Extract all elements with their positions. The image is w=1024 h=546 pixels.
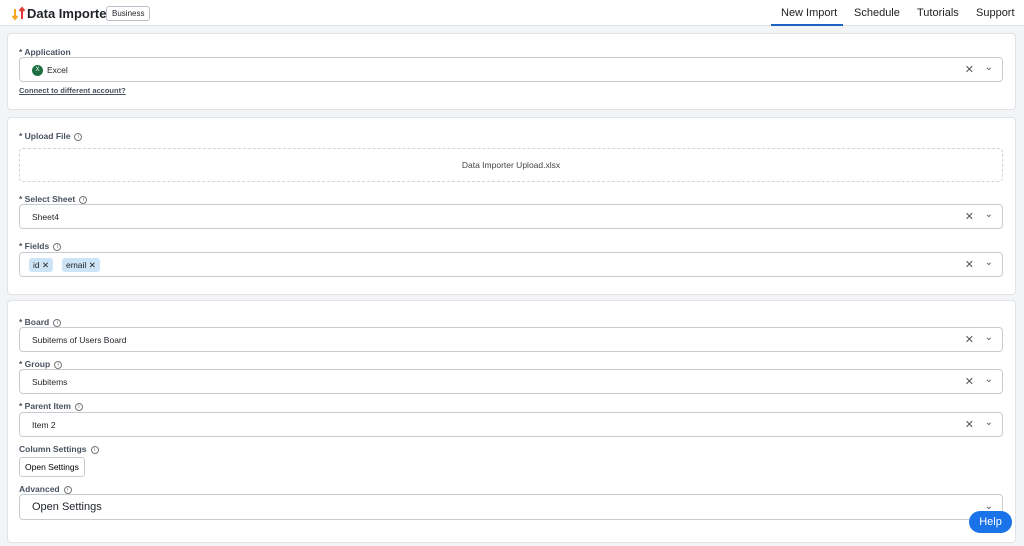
- chevron-down-icon[interactable]: ⌄: [985, 374, 993, 385]
- parent-label: * Parent Item i: [19, 401, 83, 411]
- remove-tag-icon[interactable]: ✕: [42, 260, 49, 270]
- parent-item-select[interactable]: Item 2 ✕ ⌄: [19, 412, 1003, 437]
- clear-icon[interactable]: ✕: [965, 375, 974, 388]
- board-value: Subitems of Users Board: [32, 335, 127, 345]
- chevron-down-icon[interactable]: ⌄: [985, 62, 993, 73]
- group-select[interactable]: Subitems ✕ ⌄: [19, 369, 1003, 394]
- board-label: * Board i: [19, 317, 62, 327]
- app-logo-icon: [12, 6, 26, 21]
- tab-schedule[interactable]: Schedule: [854, 7, 900, 19]
- chevron-down-icon[interactable]: ⌄: [985, 417, 993, 428]
- info-icon: i: [53, 242, 62, 251]
- clear-icon[interactable]: ✕: [965, 63, 974, 76]
- parent-value: Item 2: [32, 420, 56, 430]
- application-label: * Application: [19, 47, 71, 57]
- remove-tag-icon[interactable]: ✕: [89, 260, 96, 270]
- application-select[interactable]: X Excel ✕ ⌄: [19, 57, 1003, 82]
- column-settings-label-text: Column Settings: [19, 444, 87, 454]
- group-label: * Group i: [19, 359, 63, 369]
- advanced-value: Open Settings: [32, 501, 102, 513]
- sheet-label-text: * Select Sheet: [19, 194, 76, 204]
- info-icon: i: [54, 360, 63, 369]
- info-icon: i: [79, 195, 88, 204]
- info-icon: i: [74, 402, 83, 411]
- excel-icon: X: [32, 65, 43, 76]
- advanced-label: Advanced i: [19, 484, 72, 494]
- upload-label-text: * Upload File: [19, 131, 71, 141]
- tab-support[interactable]: Support: [976, 7, 1015, 19]
- fields-multiselect[interactable]: id ✕ email ✕ ✕ ⌄: [19, 252, 1003, 277]
- group-value: Subitems: [32, 377, 68, 387]
- app-title: Data Importer: [27, 6, 112, 21]
- info-icon: i: [53, 318, 62, 327]
- info-icon: i: [74, 132, 83, 141]
- clear-icon[interactable]: ✕: [965, 418, 974, 431]
- info-icon: i: [90, 445, 99, 454]
- chevron-down-icon[interactable]: ⌄: [985, 257, 993, 268]
- info-icon: i: [63, 485, 72, 494]
- connect-account-link[interactable]: Connect to different account?: [19, 86, 126, 95]
- board-label-text: * Board: [19, 317, 50, 327]
- clear-icon[interactable]: ✕: [965, 210, 974, 223]
- advanced-label-text: Advanced: [19, 484, 60, 494]
- parent-label-text: * Parent Item: [19, 401, 71, 411]
- field-tag-email: email ✕: [62, 258, 100, 272]
- file-dropzone[interactable]: Data Importer Upload.xlsx: [19, 148, 1003, 182]
- board-select[interactable]: Subitems of Users Board ✕ ⌄: [19, 327, 1003, 352]
- tab-tutorials[interactable]: Tutorials: [917, 7, 959, 19]
- advanced-select[interactable]: Open Settings ⌄: [19, 494, 1003, 520]
- sheet-select[interactable]: Sheet4 ✕ ⌄: [19, 204, 1003, 229]
- tag-label: id: [33, 260, 40, 270]
- fields-label: * Fields i: [19, 241, 62, 251]
- chevron-down-icon[interactable]: ⌄: [985, 332, 993, 343]
- tag-label: email: [66, 260, 87, 270]
- sheet-label: * Select Sheet i: [19, 194, 88, 204]
- clear-icon[interactable]: ✕: [965, 333, 974, 346]
- group-label-text: * Group: [19, 359, 51, 369]
- help-button[interactable]: Help: [969, 511, 1012, 533]
- plan-badge: Business: [106, 6, 151, 21]
- open-column-settings-button[interactable]: Open Settings: [19, 457, 85, 477]
- top-header: Data Importer Business New Import Schedu…: [0, 0, 1024, 26]
- clear-icon[interactable]: ✕: [965, 258, 974, 271]
- sheet-value: Sheet4: [32, 212, 59, 222]
- fields-label-text: * Fields: [19, 241, 50, 251]
- application-value: Excel: [47, 65, 68, 75]
- chevron-down-icon[interactable]: ⌄: [985, 209, 993, 220]
- field-tag-id: id ✕: [29, 258, 54, 272]
- tab-new-import[interactable]: New Import: [771, 7, 843, 26]
- column-settings-label: Column Settings i: [19, 444, 99, 454]
- upload-label: * Upload File i: [19, 131, 83, 141]
